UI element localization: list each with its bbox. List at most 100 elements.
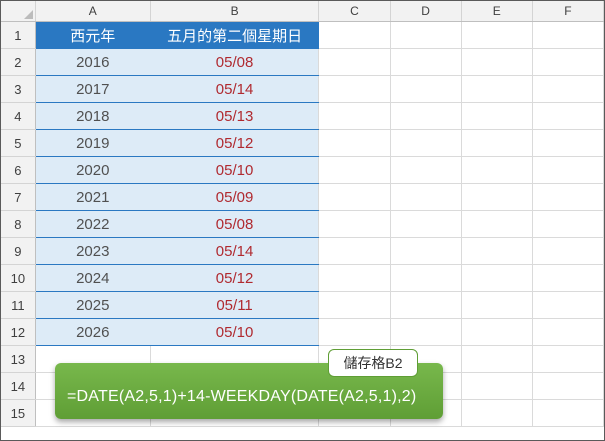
cell[interactable]: [461, 345, 533, 373]
row-header[interactable]: 8: [1, 210, 36, 238]
row-header[interactable]: 9: [1, 237, 36, 265]
cell[interactable]: [390, 210, 462, 238]
column-header-a[interactable]: A: [35, 1, 151, 22]
cell-date[interactable]: 05/12: [150, 129, 320, 157]
cell[interactable]: [390, 183, 462, 211]
cell[interactable]: [532, 102, 604, 130]
cell[interactable]: [532, 399, 604, 427]
cell-date[interactable]: 05/10: [150, 156, 320, 184]
row-header[interactable]: 15: [1, 399, 36, 427]
cell-a1-header[interactable]: 西元年: [35, 21, 151, 49]
cell[interactable]: [390, 156, 462, 184]
select-all-button[interactable]: [1, 1, 36, 22]
cell-year[interactable]: 2023: [35, 237, 151, 265]
column-header-e[interactable]: E: [461, 1, 533, 22]
row-header[interactable]: 2: [1, 48, 36, 76]
cell[interactable]: [461, 129, 533, 157]
cell[interactable]: [532, 75, 604, 103]
cell[interactable]: [532, 48, 604, 76]
cell-year[interactable]: 2017: [35, 75, 151, 103]
cell-year[interactable]: 2021: [35, 183, 151, 211]
cell[interactable]: [390, 102, 462, 130]
cell[interactable]: [318, 156, 391, 184]
cell-year[interactable]: 2024: [35, 264, 151, 292]
row-header[interactable]: 12: [1, 318, 36, 346]
cell[interactable]: [461, 156, 533, 184]
cell[interactable]: [318, 237, 391, 265]
cell-year[interactable]: 2022: [35, 210, 151, 238]
cell[interactable]: [461, 399, 533, 427]
cell[interactable]: [318, 102, 391, 130]
cell[interactable]: [461, 264, 533, 292]
cell[interactable]: [532, 372, 604, 400]
cell[interactable]: [532, 291, 604, 319]
cell-year[interactable]: 2019: [35, 129, 151, 157]
cell[interactable]: [390, 48, 462, 76]
cell-year[interactable]: 2026: [35, 318, 151, 346]
row-header[interactable]: 11: [1, 291, 36, 319]
cell[interactable]: [461, 318, 533, 346]
cell[interactable]: [390, 237, 462, 265]
cell-date[interactable]: 05/10: [150, 318, 320, 346]
cell[interactable]: [390, 21, 462, 49]
cell[interactable]: [461, 291, 533, 319]
cell[interactable]: [318, 318, 391, 346]
cell[interactable]: [532, 318, 604, 346]
cell[interactable]: [390, 75, 462, 103]
cell[interactable]: [532, 129, 604, 157]
cell[interactable]: [532, 237, 604, 265]
cell[interactable]: [461, 21, 533, 49]
cell[interactable]: [532, 156, 604, 184]
cell[interactable]: [390, 129, 462, 157]
column-header-f[interactable]: F: [532, 1, 604, 22]
cell[interactable]: [318, 75, 391, 103]
cell-date[interactable]: 05/14: [150, 75, 320, 103]
cell[interactable]: [532, 264, 604, 292]
cell[interactable]: [318, 183, 391, 211]
cell[interactable]: [318, 21, 391, 49]
cell[interactable]: [461, 183, 533, 211]
cell[interactable]: [461, 75, 533, 103]
row-header[interactable]: 5: [1, 129, 36, 157]
cell[interactable]: [461, 48, 533, 76]
cell[interactable]: [390, 291, 462, 319]
cell[interactable]: [461, 102, 533, 130]
cell[interactable]: [532, 21, 604, 49]
cell-date[interactable]: 05/13: [150, 102, 320, 130]
cell[interactable]: [461, 237, 533, 265]
column-header-d[interactable]: D: [390, 1, 462, 22]
cell[interactable]: [390, 264, 462, 292]
row-header[interactable]: 6: [1, 156, 36, 184]
cell[interactable]: [318, 264, 391, 292]
cell-year[interactable]: 2020: [35, 156, 151, 184]
cell[interactable]: [390, 318, 462, 346]
cell-date[interactable]: 05/11: [150, 291, 320, 319]
cell-date[interactable]: 05/12: [150, 264, 320, 292]
cell[interactable]: [532, 210, 604, 238]
column-header-b[interactable]: B: [150, 1, 320, 22]
cell[interactable]: [318, 48, 391, 76]
row-header[interactable]: 10: [1, 264, 36, 292]
cell[interactable]: [318, 210, 391, 238]
cell-date[interactable]: 05/14: [150, 237, 320, 265]
row-header[interactable]: 1: [1, 21, 36, 49]
row-header[interactable]: 14: [1, 372, 36, 400]
cell[interactable]: [318, 291, 391, 319]
cell-year[interactable]: 2016: [35, 48, 151, 76]
cell[interactable]: [318, 129, 391, 157]
row-header[interactable]: 7: [1, 183, 36, 211]
cell[interactable]: [461, 372, 533, 400]
row-header[interactable]: 4: [1, 102, 36, 130]
row-header[interactable]: 3: [1, 75, 36, 103]
cell[interactable]: [532, 345, 604, 373]
cell-b1-header[interactable]: 五月的第二個星期日: [150, 21, 320, 49]
row-header[interactable]: 13: [1, 345, 36, 373]
column-header-c[interactable]: C: [318, 1, 391, 22]
cell-year[interactable]: 2018: [35, 102, 151, 130]
cell-date[interactable]: 05/09: [150, 183, 320, 211]
cell-date[interactable]: 05/08: [150, 210, 320, 238]
cell[interactable]: [532, 183, 604, 211]
cell[interactable]: [461, 210, 533, 238]
cell-year[interactable]: 2025: [35, 291, 151, 319]
cell-date[interactable]: 05/08: [150, 48, 320, 76]
